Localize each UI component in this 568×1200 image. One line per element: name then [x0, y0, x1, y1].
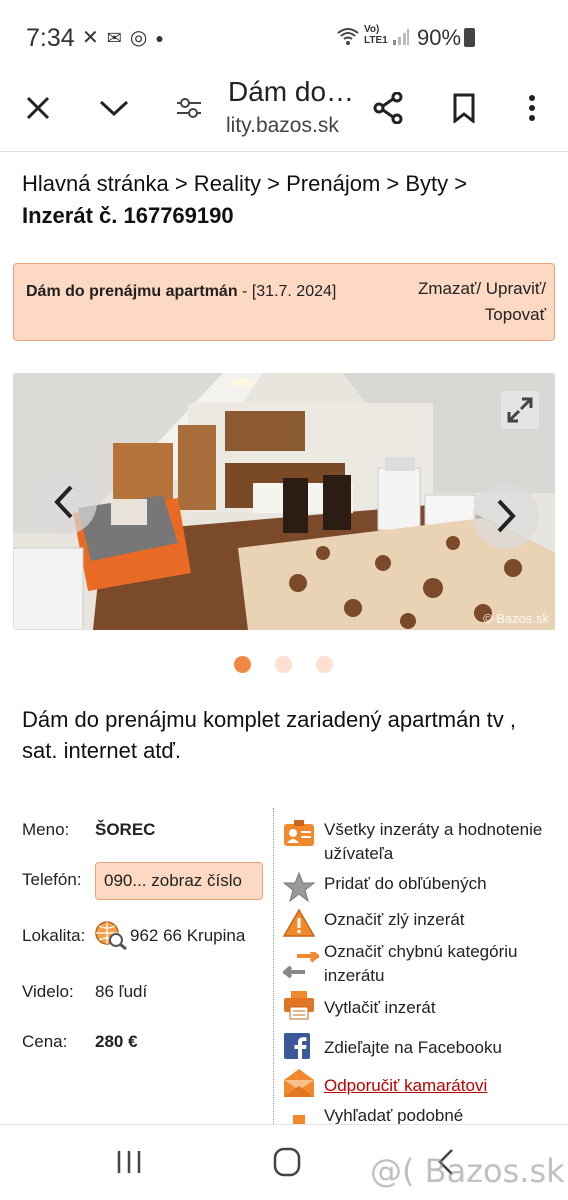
listing-description: Dám do prenájmu komplet zariadený apartm…	[22, 707, 517, 763]
listing-title-block: Dám do prenájmu apartmán - [31.7. 2024]	[26, 278, 356, 306]
share-icon[interactable]	[364, 84, 412, 132]
views-value: 86 ľudí	[95, 982, 148, 1001]
bookmark-icon[interactable]	[440, 84, 488, 132]
location-label: Lokalita:	[22, 926, 86, 945]
status-time: 7:34	[26, 24, 75, 52]
prev-photo-button[interactable]	[31, 469, 97, 535]
notification-icons: ✕ ✉ ◎ ●	[82, 24, 164, 52]
wifi-icon	[336, 26, 360, 52]
action-all-ads-label: Všetky inzeráty a hodnotenie užívateľa	[324, 820, 543, 863]
show-phone-button[interactable]: 090... zobraz číslo	[95, 862, 263, 900]
warning-icon	[282, 908, 316, 940]
tools-icon: ✕	[82, 27, 99, 49]
page-url[interactable]: lity.bazos.sk	[226, 114, 339, 138]
details-divider	[273, 808, 274, 1128]
action-share-facebook-label: Zdieľajte na Facebooku	[324, 1038, 502, 1057]
action-report-ad-label: Označiť zlý inzerát	[324, 910, 465, 929]
facebook-icon	[283, 1032, 315, 1064]
more-dot-icon: ●	[155, 30, 164, 46]
next-photo-button[interactable]	[473, 483, 539, 549]
message-icon: ✉	[106, 28, 122, 48]
user-card-icon	[283, 818, 315, 850]
listing-edit-actions[interactable]: Zmazať/ Upraviť/ Topovať	[376, 276, 546, 328]
action-recommend-label[interactable]: Odporučiť kamarátovi	[324, 1074, 564, 1098]
arrows-icon	[279, 949, 323, 984]
views-label: Videlo:	[22, 982, 74, 1001]
action-add-favorite-label: Pridať do obľúbených	[324, 874, 487, 893]
site-settings-icon[interactable]	[165, 84, 213, 132]
sync-icon: ◎	[129, 27, 148, 49]
action-report-category-label: Označiť chybnú kategóriu inzerátu	[324, 942, 518, 985]
browser-toolbar: Dám do… lity.bazos.sk	[0, 72, 568, 152]
price-label: Cena:	[22, 1032, 68, 1051]
name-label: Meno:	[22, 820, 70, 839]
breadcrumb-path[interactable]: Hlavná stránka > Reality > Prenájom > By…	[22, 168, 552, 200]
site-watermark: @( Bazos.sk	[370, 1152, 565, 1190]
star-icon	[282, 871, 316, 904]
home-icon[interactable]	[273, 1147, 301, 1182]
phone-label: Telefón:	[22, 870, 82, 889]
photo-watermark: © Bazos.sk	[483, 611, 549, 626]
carousel-dot-3[interactable]	[316, 656, 333, 673]
status-bar: 7:34 ✕ ✉ ◎ ● Vo) LTE1 90%	[0, 0, 568, 72]
page-title[interactable]: Dám do…	[228, 76, 354, 108]
battery-icon	[464, 28, 475, 47]
recent-apps-icon[interactable]	[116, 1149, 142, 1180]
more-menu-icon[interactable]	[508, 84, 556, 132]
location-value: 962 66 Krupina	[130, 926, 246, 945]
battery-percent: 90%	[417, 25, 462, 50]
close-icon[interactable]	[14, 84, 62, 132]
listing-title: Dám do prenájmu apartmán	[26, 283, 238, 300]
globe-search-icon[interactable]	[94, 920, 128, 955]
printer-icon	[283, 990, 315, 1022]
price-value: 280 €	[95, 1032, 138, 1051]
signal-icon	[392, 28, 410, 46]
carousel-dot-2[interactable]	[275, 656, 292, 673]
breadcrumb: Hlavná stránka > Reality > Prenájom > By…	[22, 168, 552, 232]
fullscreen-icon[interactable]	[501, 391, 539, 429]
listing-header: Dám do prenájmu apartmán - [31.7. 2024] …	[13, 263, 555, 341]
ad-number: Inzerát č. 167769190	[22, 203, 234, 228]
action-print-label: Vytlačiť inzerát	[324, 998, 436, 1017]
envelope-icon	[283, 1068, 315, 1100]
listing-photo[interactable]: © Bazos.sk	[13, 373, 555, 630]
listing-date: - [31.7. 2024]	[237, 283, 337, 300]
lte-indicator: Vo) LTE1	[364, 24, 388, 46]
name-value[interactable]: ŠOREC	[95, 820, 155, 840]
chevron-down-icon[interactable]	[90, 84, 138, 132]
carousel-dot-1[interactable]	[234, 656, 251, 673]
carousel-dots	[234, 656, 333, 673]
